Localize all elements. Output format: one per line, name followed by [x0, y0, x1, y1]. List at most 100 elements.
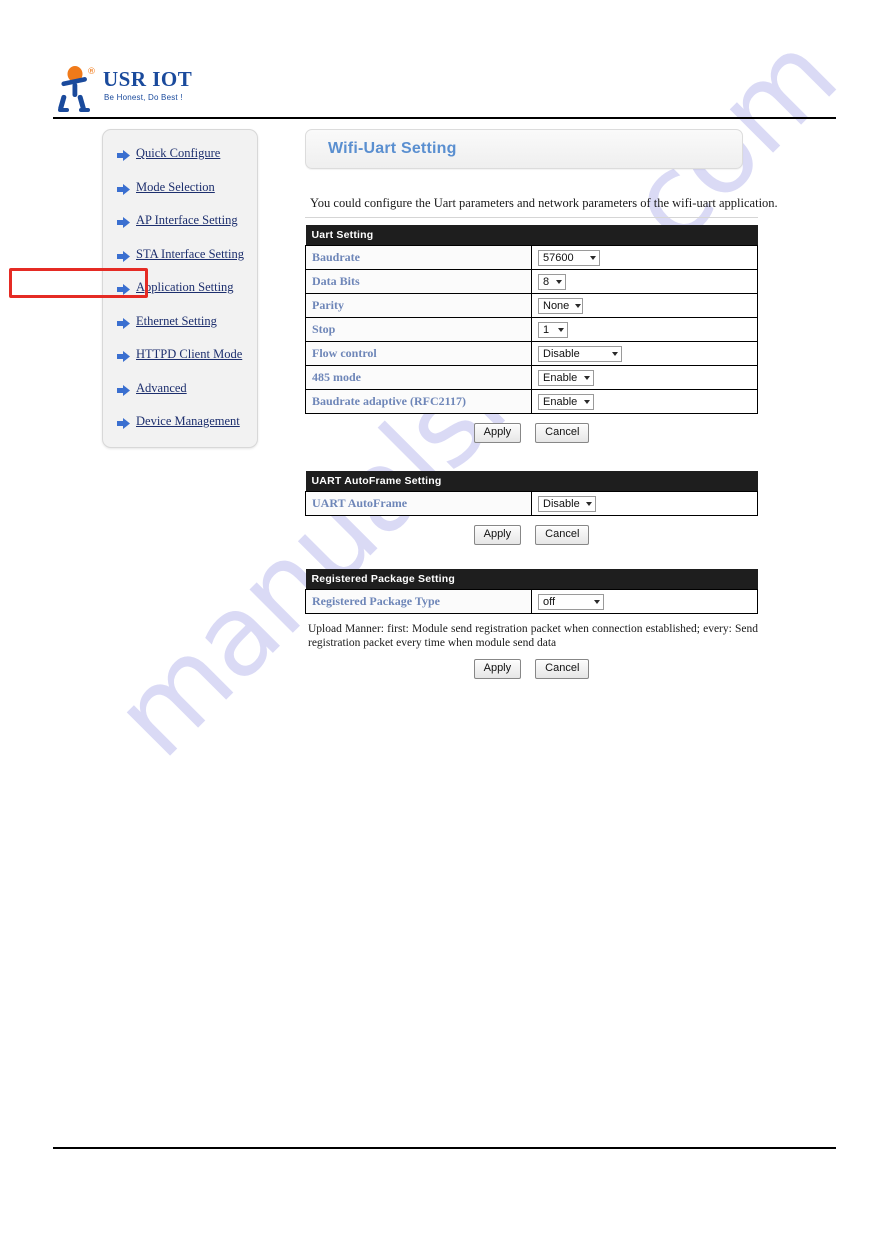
- chevron-down-icon: [556, 279, 562, 284]
- row-field-parity: None: [531, 293, 758, 318]
- row-label-flow-control: Flow control: [305, 341, 532, 366]
- baudrate-adaptive-select-value: Enable: [543, 395, 578, 408]
- table-row: Registered Package Type off: [305, 589, 758, 614]
- uart-autoframe-setting-table: UART AutoFrame Setting UART AutoFrame Di…: [305, 471, 758, 516]
- sidebar-item-label: Device Management: [136, 414, 240, 428]
- sidebar-item-label: Application Setting: [136, 280, 234, 294]
- chevron-down-icon: [586, 501, 592, 506]
- flow-control-select[interactable]: Disable: [538, 345, 622, 362]
- stop-select[interactable]: 1: [538, 321, 568, 338]
- registered-package-buttons: Apply Cancel: [305, 659, 758, 679]
- svg-text:®: ®: [87, 67, 96, 77]
- baudrate-select-value: 57600: [543, 251, 574, 264]
- sidebar-item-advanced[interactable]: Advanced: [117, 379, 187, 397]
- registered-package-type-select[interactable]: off: [538, 593, 604, 610]
- row-label-baudrate: Baudrate: [305, 245, 532, 270]
- row-field-registered-package-type: off: [531, 589, 758, 614]
- sidebar-item-device-management[interactable]: Device Management: [117, 412, 240, 430]
- row-label-stop: Stop: [305, 317, 532, 342]
- table-row: Baudrate adaptive (RFC2117) Enable: [305, 389, 758, 414]
- uart-autoframe-select[interactable]: Disable: [538, 495, 596, 512]
- sidebar-item-label: HTTPD Client Mode: [136, 347, 243, 361]
- section-header-row: Uart Setting: [305, 225, 758, 246]
- apply-button[interactable]: Apply: [473, 423, 522, 443]
- section-heading: Registered Package Setting: [305, 569, 758, 590]
- sidebar-item-quick-configure[interactable]: Quick Configure: [117, 144, 220, 162]
- arrow-right-icon: [117, 316, 130, 329]
- arrow-right-icon: [117, 416, 130, 429]
- apply-button[interactable]: Apply: [473, 659, 522, 679]
- row-label-baudrate-adaptive: Baudrate adaptive (RFC2117): [305, 389, 532, 414]
- sidebar-item-ethernet-setting[interactable]: Ethernet Setting: [117, 312, 217, 330]
- chevron-down-icon: [590, 255, 596, 260]
- sidebar-item-ap-interface-setting[interactable]: AP Interface Setting: [117, 211, 238, 229]
- rs485-mode-select[interactable]: Enable: [538, 369, 594, 386]
- intro-divider: [305, 217, 758, 218]
- row-field-baudrate: 57600: [531, 245, 758, 270]
- sidebar-item-label: Mode Selection: [136, 180, 215, 194]
- page-header: ® USR IOT Be Honest, Do Best !: [0, 0, 889, 120]
- footer-divider: [53, 1147, 836, 1149]
- arrow-right-icon: [117, 182, 130, 195]
- arrow-right-icon: [117, 383, 130, 396]
- stop-select-value: 1: [543, 323, 550, 336]
- row-label-registered-package-type: Registered Package Type: [305, 589, 532, 614]
- header-divider: [53, 117, 836, 119]
- chevron-down-icon: [584, 375, 590, 380]
- uart-autoframe-buttons: Apply Cancel: [305, 525, 758, 545]
- upload-manner-note: Upload Manner: first: Module send regist…: [308, 623, 758, 649]
- main-content: Wifi-Uart Setting You could configure th…: [305, 129, 778, 679]
- section-heading: UART AutoFrame Setting: [305, 471, 758, 492]
- table-row: Data Bits 8: [305, 269, 758, 294]
- logo-wordmark: USR IOT: [103, 67, 193, 91]
- section-heading: Uart Setting: [305, 225, 758, 246]
- registered-package-type-select-value: off: [543, 595, 556, 608]
- page-title: Wifi-Uart Setting: [328, 140, 457, 157]
- sidebar-item-mode-selection[interactable]: Mode Selection: [117, 178, 215, 196]
- uart-setting-table: Uart Setting Baudrate 57600 Data Bits 8 …: [305, 225, 758, 414]
- row-label-parity: Parity: [305, 293, 532, 318]
- cancel-button[interactable]: Cancel: [535, 423, 590, 443]
- rs485-mode-select-value: Enable: [543, 371, 578, 384]
- baudrate-select[interactable]: 57600: [538, 249, 600, 266]
- cancel-button[interactable]: Cancel: [535, 525, 590, 545]
- row-field-485-mode: Enable: [531, 365, 758, 390]
- sidebar-item-label: AP Interface Setting: [136, 213, 238, 227]
- row-field-flow-control: Disable: [531, 341, 758, 366]
- chevron-down-icon: [612, 351, 618, 356]
- arrow-right-icon: [117, 215, 130, 228]
- cancel-button[interactable]: Cancel: [535, 659, 590, 679]
- data-bits-select-value: 8: [543, 275, 550, 288]
- row-field-baudrate-adaptive: Enable: [531, 389, 758, 414]
- table-row: Stop 1: [305, 317, 758, 342]
- sidebar-item-label: Advanced: [136, 381, 187, 395]
- table-row: 485 mode Enable: [305, 365, 758, 390]
- running-man-logo-icon: ®: [57, 65, 103, 113]
- sidebar-item-label: Ethernet Setting: [136, 314, 217, 328]
- section-header-row: UART AutoFrame Setting: [305, 471, 758, 492]
- uart-setting-buttons: Apply Cancel: [305, 423, 758, 443]
- arrow-right-icon: [117, 249, 130, 262]
- row-field-uart-autoframe: Disable: [531, 491, 758, 516]
- parity-select[interactable]: None: [538, 297, 583, 314]
- row-label-485-mode: 485 mode: [305, 365, 532, 390]
- chevron-down-icon: [584, 399, 590, 404]
- uart-autoframe-select-value: Disable: [543, 497, 580, 510]
- arrow-right-icon: [117, 349, 130, 362]
- sidebar-item-sta-interface-setting[interactable]: STA Interface Setting: [117, 245, 244, 263]
- baudrate-adaptive-select[interactable]: Enable: [538, 393, 594, 410]
- apply-button[interactable]: Apply: [473, 525, 522, 545]
- sidebar-item-label: Quick Configure: [136, 146, 221, 160]
- sidebar-item-httpd-client-mode[interactable]: HTTPD Client Mode: [117, 345, 242, 363]
- parity-select-value: None: [543, 299, 570, 312]
- data-bits-select[interactable]: 8: [538, 273, 566, 290]
- table-row: Baudrate 57600: [305, 245, 758, 270]
- intro-text: You could configure the Uart parameters …: [310, 196, 778, 210]
- sidebar-item-label: STA Interface Setting: [136, 247, 244, 261]
- table-row: Parity None: [305, 293, 758, 318]
- registered-package-setting-table: Registered Package Setting Registered Pa…: [305, 569, 758, 614]
- section-header-row: Registered Package Setting: [305, 569, 758, 590]
- chevron-down-icon: [575, 303, 582, 308]
- arrow-right-icon: [117, 148, 130, 161]
